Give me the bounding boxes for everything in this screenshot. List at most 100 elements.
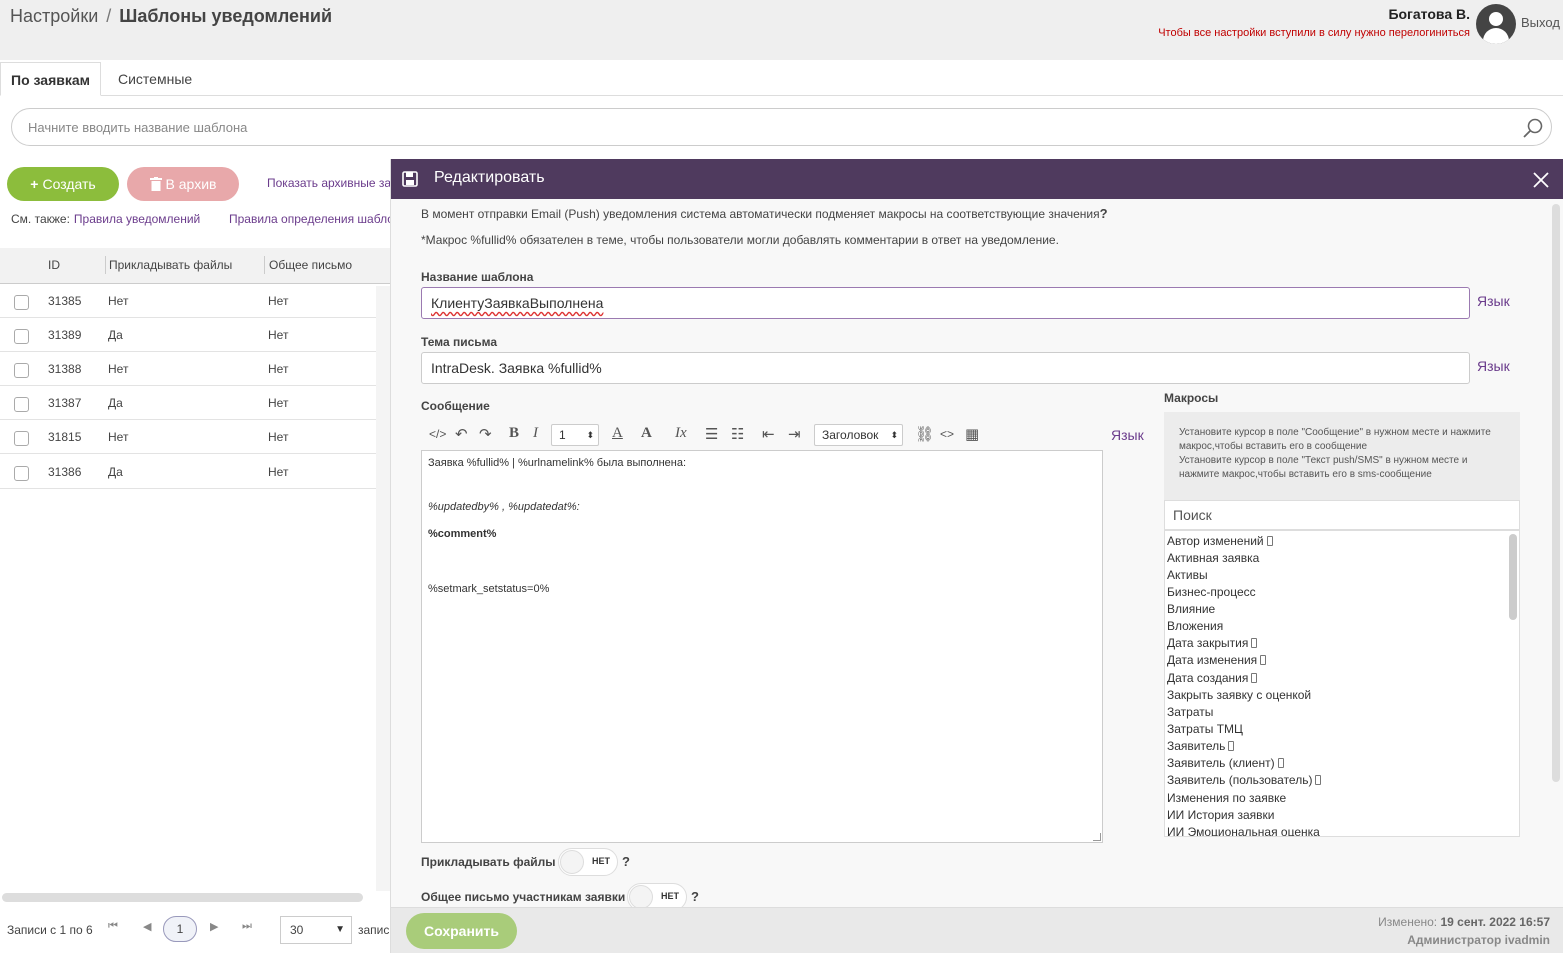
redo-icon[interactable]: ↷ [479, 425, 492, 443]
template-name-value: КлиентуЗаявкаВыполнена [431, 295, 604, 311]
row-checkbox[interactable] [14, 329, 29, 344]
help-icon[interactable]: ? [1100, 206, 1108, 221]
indent-icon[interactable]: ⇥ [788, 425, 801, 443]
table-horizontal-scrollbar[interactable] [2, 893, 363, 902]
code-icon[interactable]: <> [940, 427, 954, 441]
heading-select[interactable]: Заголовок ⬍ [814, 424, 903, 446]
next-page-icon[interactable]: ▶ [210, 920, 218, 933]
row-checkbox[interactable] [14, 397, 29, 412]
macro-item[interactable]: Влияние [1167, 602, 1215, 616]
row-checkbox[interactable] [14, 295, 29, 310]
macro-item[interactable]: Заявитель (пользователь) [1167, 773, 1322, 787]
row-checkbox[interactable] [14, 431, 29, 446]
macro-item[interactable]: Изменения по заявке [1167, 791, 1286, 805]
template-search-input[interactable] [28, 117, 1488, 137]
table-icon[interactable]: ▦ [965, 425, 979, 443]
table-vertical-scrollbar[interactable] [376, 286, 390, 891]
attach-files-help-icon[interactable]: ? [622, 854, 630, 869]
save-icon[interactable] [402, 171, 418, 187]
show-archive-link[interactable]: Показать архивные за [267, 176, 391, 190]
table-row[interactable]: 31388 Нет Нет [0, 352, 376, 386]
cell-common: Нет [268, 465, 289, 479]
message-editor[interactable]: Заявка %fullid% | %urlnamelink% была вып… [421, 450, 1103, 843]
macros-hint-message: Установите курсор в поле "Сообщение" в н… [1179, 427, 1491, 452]
close-icon[interactable] [1532, 171, 1550, 189]
macro-item[interactable]: ИИ История заявки [1167, 808, 1274, 822]
table-row[interactable]: 31815 Нет Нет [0, 420, 376, 454]
create-button[interactable]: + Создать [7, 167, 119, 201]
breadcrumb-root[interactable]: Настройки [10, 6, 98, 26]
last-page-icon[interactable]: ⏭ [242, 920, 252, 933]
table-row[interactable]: 31387 Да Нет [0, 386, 376, 420]
panel-footer: Сохранить Изменено: 19 сент. 2022 16:57 … [391, 907, 1563, 953]
macro-item[interactable]: Дата закрытия [1167, 636, 1258, 650]
message-lang-link[interactable]: Язык [1111, 427, 1144, 443]
per-page-select[interactable]: 30 ▼ [280, 916, 352, 944]
subject-field[interactable]: IntraDesk. Заявка %fullid% [421, 352, 1470, 384]
row-checkbox[interactable] [14, 466, 29, 481]
macro-item[interactable]: Дата изменения [1167, 653, 1267, 667]
logout-link[interactable]: Выход [1521, 15, 1560, 30]
macro-item[interactable]: Заявитель (клиент) [1167, 756, 1284, 770]
undo-icon[interactable]: ↶ [455, 425, 468, 443]
macro-item[interactable]: Закрыть заявку с оценкой [1167, 688, 1311, 702]
template-name-lang-link[interactable]: Язык [1477, 293, 1510, 309]
attach-files-toggle[interactable]: НЕТ [558, 848, 618, 876]
italic-icon[interactable]: I [533, 425, 538, 442]
changed-prefix: Изменено: [1378, 915, 1438, 929]
tab-requests[interactable]: По заявкам [0, 62, 101, 96]
user-name: Богатова В. [1388, 6, 1470, 22]
macro-item[interactable]: ИИ Эмоциональная оценка [1167, 825, 1320, 836]
message-line: %comment% [428, 528, 497, 540]
row-checkbox[interactable] [14, 363, 29, 378]
macro-item[interactable]: Активы [1167, 568, 1208, 582]
table-row[interactable]: 31386 Да Нет [0, 455, 376, 489]
template-name-field[interactable]: КлиентуЗаявкаВыполнена [421, 287, 1470, 319]
column-header-id[interactable]: ID [48, 258, 60, 272]
column-header-attach[interactable]: Прикладывать файлы [109, 258, 232, 272]
clear-format-icon[interactable]: Ix [675, 425, 687, 442]
save-button[interactable]: Сохранить [406, 913, 517, 949]
text-color-icon[interactable]: A [612, 425, 623, 442]
source-code-icon[interactable]: </> [429, 427, 446, 441]
tab-system[interactable]: Системные [108, 62, 202, 96]
macro-item[interactable]: Автор изменений [1167, 534, 1273, 548]
first-page-icon[interactable]: ⏮ [108, 920, 118, 933]
macro-item[interactable]: Вложения [1167, 619, 1223, 633]
macro-item[interactable]: Затраты [1167, 705, 1213, 719]
numbered-list-icon[interactable]: ☷ [731, 425, 744, 443]
avatar[interactable] [1476, 4, 1516, 44]
column-header-common[interactable]: Общее письмо [269, 258, 352, 272]
search-icon[interactable] [1522, 117, 1544, 139]
outdent-icon[interactable]: ⇤ [762, 425, 775, 443]
macro-item[interactable]: Затраты ТМЦ [1167, 722, 1243, 736]
resize-handle[interactable] [1093, 833, 1101, 841]
archive-button[interactable]: В архив [127, 167, 239, 201]
macros-scrollbar[interactable] [1509, 534, 1517, 620]
current-page[interactable]: 1 [163, 916, 197, 942]
subject-label: Тема письма [421, 335, 498, 349]
bullet-list-icon[interactable]: ☰ [705, 425, 718, 443]
subject-value: IntraDesk. Заявка %fullid% [431, 360, 602, 376]
font-size-select[interactable]: 1 ⬍ [551, 424, 599, 446]
macro-item[interactable]: Заявитель [1167, 739, 1235, 753]
macro-item[interactable]: Бизнес-процесс [1167, 585, 1256, 599]
macro-item[interactable]: Активная заявка [1167, 551, 1259, 565]
per-page-value: 30 [290, 923, 304, 937]
macro-item[interactable]: Дата создания [1167, 671, 1258, 685]
create-button-label: Создать [42, 176, 96, 192]
subject-lang-link[interactable]: Язык [1477, 358, 1510, 374]
background-color-icon[interactable]: A [641, 425, 652, 442]
common-letter-help-icon[interactable]: ? [691, 889, 699, 904]
cell-common: Нет [268, 430, 289, 444]
macros-search-input[interactable] [1173, 507, 1503, 523]
template-rules-link[interactable]: Правила определения шабло [229, 212, 394, 226]
notification-rules-link[interactable]: Правила уведомлений [74, 212, 200, 226]
table-row[interactable]: 31389 Да Нет [0, 318, 376, 352]
table-row[interactable]: 31385 Нет Нет [0, 284, 376, 318]
link-icon[interactable]: ⛓ [915, 425, 934, 443]
panel-scrollbar[interactable] [1552, 204, 1560, 782]
macros-info-text: В момент отправки Email (Push) уведомлен… [421, 207, 1100, 221]
bold-icon[interactable]: B [509, 425, 519, 442]
prev-page-icon[interactable]: ◀ [143, 920, 151, 933]
